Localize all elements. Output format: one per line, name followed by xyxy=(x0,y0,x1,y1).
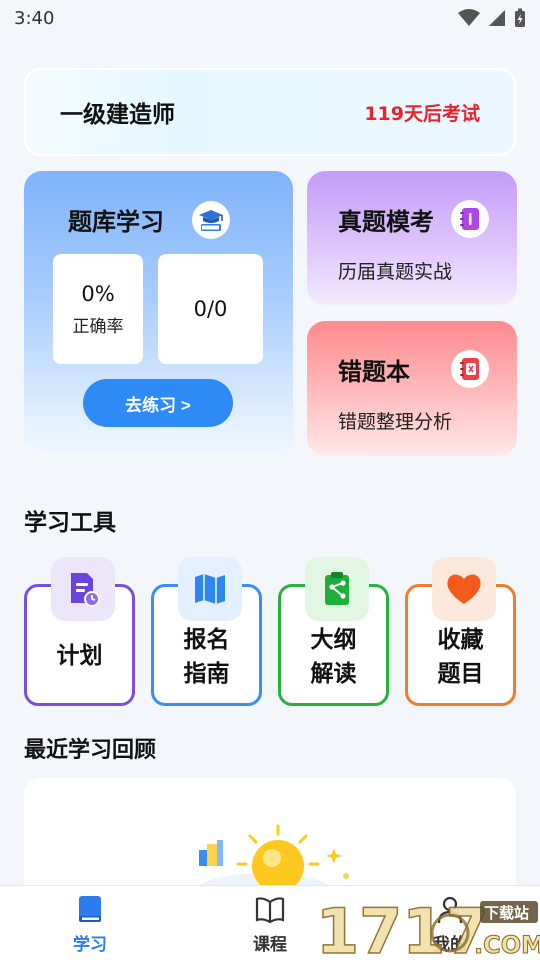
accuracy-value: 0% xyxy=(81,281,115,306)
open-book-icon xyxy=(255,897,285,924)
book-icon xyxy=(79,896,101,922)
svg-text:1717: 1717 xyxy=(316,895,489,960)
tool-plan-label-line1: 计划 xyxy=(56,643,103,669)
tool-syllabus[interactable]: 大纲 解读 xyxy=(278,557,389,706)
status-icons xyxy=(458,8,526,28)
exam-countdown: 119天后考试 xyxy=(364,102,480,125)
tool-syllabus-line2: 解读 xyxy=(310,661,357,687)
tab-study[interactable]: 学习 xyxy=(50,894,130,955)
exam-title: 一级建造师 xyxy=(60,102,175,128)
status-time: 3:40 xyxy=(14,7,55,29)
tool-registration-guide[interactable]: 报名 指南 xyxy=(151,557,262,706)
tool-syllabus-label: 大纲 解读 xyxy=(281,623,386,691)
accuracy-stat: 0% 正确率 xyxy=(53,254,143,364)
review-section-title: 最近学习回顾 xyxy=(24,738,157,763)
lightbulb-illustration xyxy=(194,824,349,898)
mock-exam-subtitle: 历届真题实战 xyxy=(338,261,453,283)
tools-section-title: 学习工具 xyxy=(24,510,116,536)
notebook-icon xyxy=(451,200,489,238)
error-notebook-icon xyxy=(451,350,489,388)
question-bank-title: 题库学习 xyxy=(68,208,164,236)
battery-icon xyxy=(515,8,525,27)
clipboard-share-icon xyxy=(305,557,369,621)
plan-document-icon xyxy=(51,557,115,621)
tab-courses-label: 课程 xyxy=(253,935,287,955)
signal-icon xyxy=(489,10,505,26)
tool-favorites-line1: 收藏 xyxy=(437,627,484,653)
exam-card[interactable]: 一级建造师 119天后考试 xyxy=(24,68,516,156)
wrong-book-subtitle: 错题整理分析 xyxy=(338,411,453,433)
progress-stat: 0/0 xyxy=(158,254,263,364)
watermark-logo: 1717 下载站 .COM xyxy=(315,894,540,960)
question-bank-card[interactable]: 题库学习 0% 正确率 0/0 去练习 > xyxy=(24,171,293,456)
tab-study-label: 学习 xyxy=(73,935,107,955)
tool-favorites[interactable]: 收藏 题目 xyxy=(405,557,516,706)
status-bar: 3:40 xyxy=(0,0,540,36)
wrong-book-card[interactable]: 错题本 错题整理分析 xyxy=(307,321,517,456)
wrong-book-title: 错题本 xyxy=(338,358,410,386)
heart-icon xyxy=(432,557,496,621)
mock-exam-card[interactable]: 真题模考 历届真题实战 xyxy=(307,171,517,305)
graduation-book-icon xyxy=(192,201,230,239)
tool-registration-line2: 指南 xyxy=(183,661,230,687)
tool-registration-label: 报名 指南 xyxy=(154,623,259,691)
tool-registration-line1: 报名 xyxy=(183,627,230,653)
svg-text:.COM: .COM xyxy=(474,931,540,959)
mock-exam-title: 真题模考 xyxy=(338,208,434,236)
progress-value: 0/0 xyxy=(193,297,228,321)
tool-plan[interactable]: 计划 xyxy=(24,557,135,706)
tool-favorites-label: 收藏 题目 xyxy=(408,623,513,691)
tool-syllabus-line1: 大纲 xyxy=(310,627,357,653)
tool-plan-label: 计划 xyxy=(27,639,132,673)
practice-button[interactable]: 去练习 > xyxy=(83,379,233,427)
accuracy-label: 正确率 xyxy=(72,316,124,337)
svg-text:下载站: 下载站 xyxy=(484,904,529,922)
tool-favorites-line2: 题目 xyxy=(437,661,484,687)
review-card xyxy=(24,778,516,898)
tab-courses[interactable]: 课程 xyxy=(230,894,310,955)
map-icon xyxy=(178,557,242,621)
wifi-icon xyxy=(458,9,480,26)
